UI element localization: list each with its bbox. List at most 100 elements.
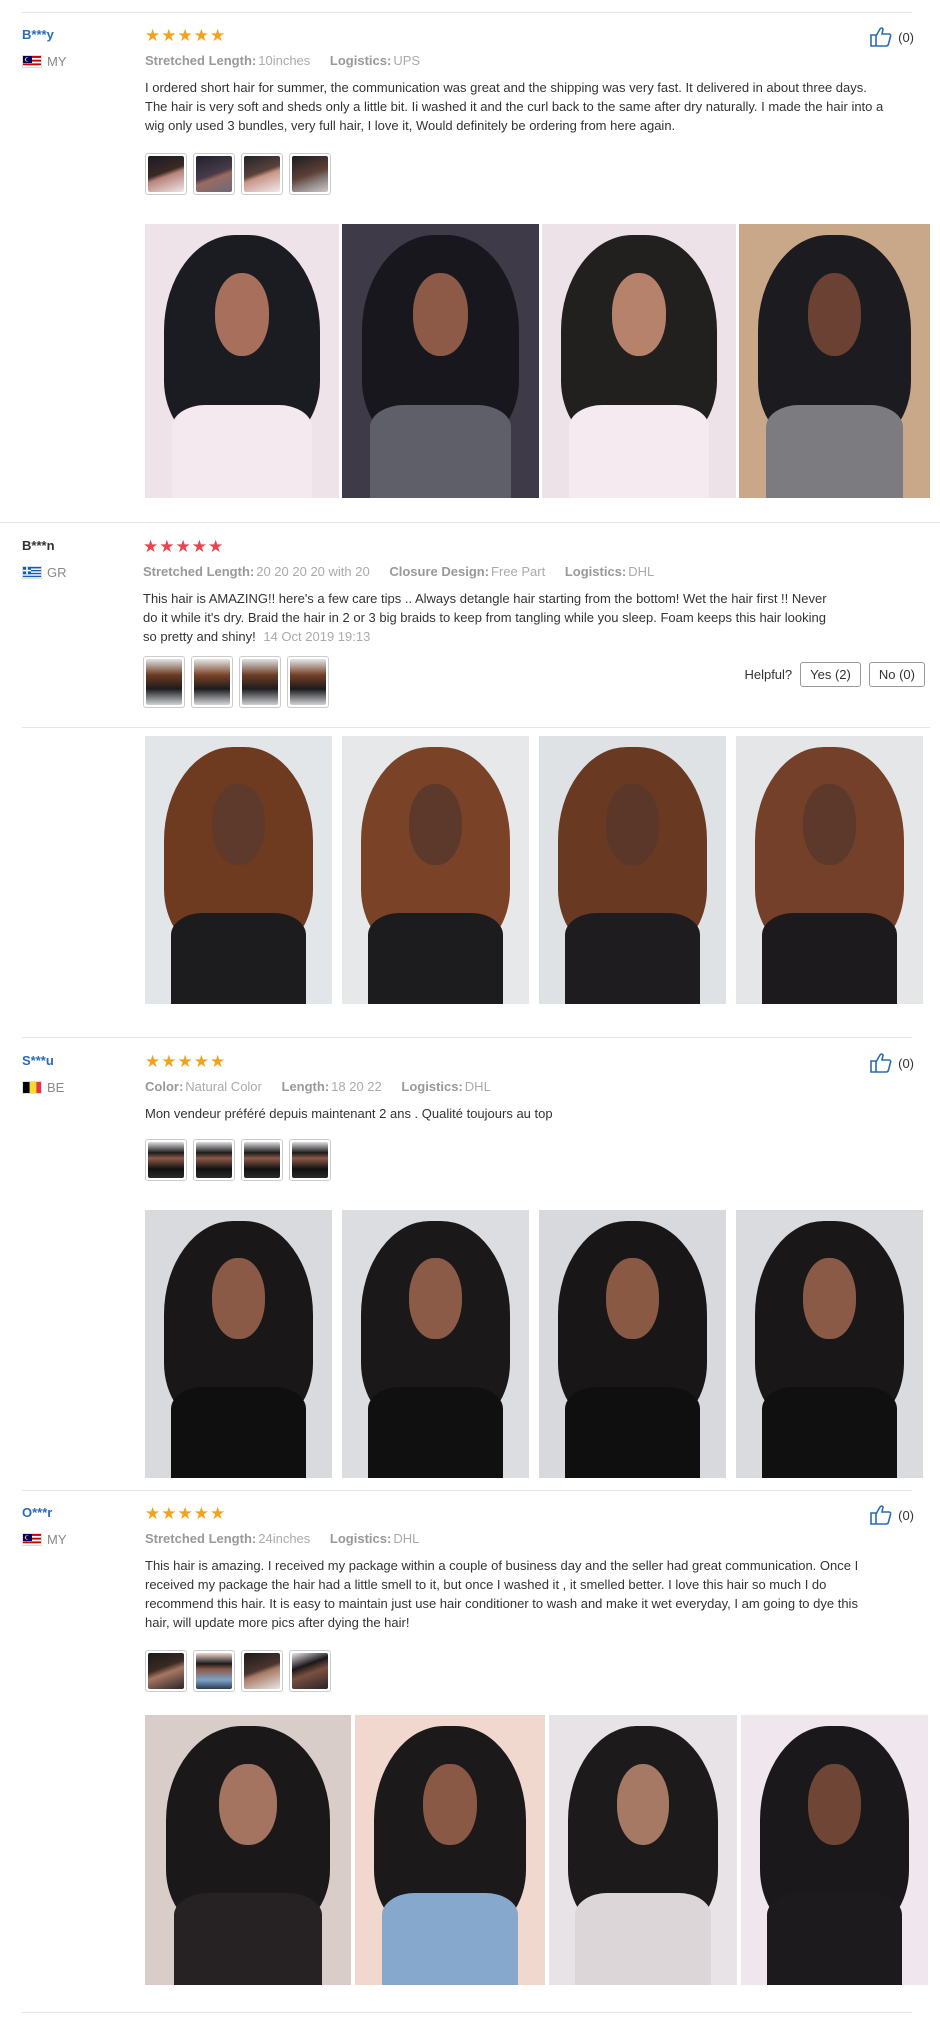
review-photo[interactable] — [145, 224, 339, 498]
review-date: 14 Oct 2019 19:13 — [263, 629, 371, 644]
attr-value: 10inches — [258, 53, 311, 68]
like-count: (0) — [898, 1055, 914, 1071]
review-photo[interactable] — [355, 1715, 545, 1985]
review-photo[interactable] — [736, 736, 923, 1004]
helpful-no-button[interactable]: No (0) — [868, 662, 925, 687]
like-count: (0) — [898, 29, 914, 45]
reviewer-country: BE — [22, 1080, 64, 1095]
review-thumbnail[interactable] — [193, 153, 235, 195]
star-icon: ★ — [210, 1051, 226, 1072]
divider — [22, 2012, 912, 2013]
star-rating: ★ ★ ★ ★ ★ — [143, 538, 903, 556]
helpful-vote: Helpful? Yes (2) No (0) — [744, 662, 925, 687]
review-thumbnail[interactable] — [193, 1139, 235, 1181]
flag-icon — [22, 566, 42, 579]
reviewer-country: MY — [22, 54, 67, 69]
star-icon: ★ — [210, 1503, 226, 1524]
like-button[interactable]: (0) — [870, 1505, 914, 1525]
like-button[interactable]: (0) — [870, 27, 914, 47]
review-thumbnail[interactable] — [287, 656, 329, 708]
review-thumbnail[interactable] — [191, 656, 233, 708]
attr-label: Length: — [281, 1079, 330, 1094]
review-photo[interactable] — [145, 736, 332, 1004]
review-body: ★ ★ ★ ★ ★ Color: Natural Color Length: 18 … — [145, 1053, 905, 1181]
divider — [22, 12, 912, 13]
star-icon: ★ — [161, 1503, 177, 1524]
review-photo[interactable] — [342, 224, 539, 498]
attr-value: Free Part — [491, 564, 546, 579]
reviewer-name[interactable]: O***r — [22, 1505, 67, 1520]
review-attributes: Color: Natural Color Length: 18 20 22 Logi… — [145, 1079, 905, 1094]
divider — [22, 1037, 912, 1038]
attr-label: Logistics: — [329, 53, 392, 68]
star-icon: ★ — [161, 25, 177, 46]
attr-value: DHL — [464, 1079, 491, 1094]
review-photo[interactable] — [539, 1210, 726, 1478]
review-photo[interactable] — [539, 736, 726, 1004]
like-count: (0) — [898, 1507, 914, 1523]
star-rating: ★ ★ ★ ★ ★ — [145, 1053, 905, 1071]
thumbnail-strip — [145, 1650, 905, 1692]
star-icon: ★ — [145, 1503, 161, 1524]
review-photo[interactable] — [549, 1715, 737, 1985]
attr-label: Logistics: — [564, 564, 627, 579]
reviewer-country: MY — [22, 1532, 67, 1547]
review-photo[interactable] — [145, 1715, 351, 1985]
star-icon: ★ — [193, 1503, 209, 1524]
attr-label: Stretched Length: — [145, 1531, 257, 1546]
review-photo[interactable] — [739, 224, 930, 498]
attr-label: Logistics: — [401, 1079, 463, 1094]
star-icon: ★ — [161, 1051, 177, 1072]
review-photo[interactable] — [741, 1715, 928, 1985]
review-photo-gallery — [145, 736, 923, 1004]
review-thumbnail[interactable] — [143, 656, 185, 708]
review-thumbnail[interactable] — [241, 1650, 283, 1692]
attr-label: Stretched Length: — [143, 564, 255, 579]
star-icon: ★ — [193, 1051, 209, 1072]
review-thumbnail[interactable] — [145, 1139, 187, 1181]
review-thumbnail[interactable] — [241, 153, 283, 195]
star-icon: ★ — [145, 1051, 161, 1072]
review-thumbnail[interactable] — [241, 1139, 283, 1181]
attr-value: DHL — [628, 564, 655, 579]
review-thumbnail[interactable] — [289, 1139, 331, 1181]
review-photo-gallery — [145, 1210, 923, 1478]
attr-value: UPS — [393, 53, 421, 68]
divider — [22, 1490, 912, 1491]
review-photo-gallery — [145, 1715, 928, 1985]
reviewer-info: O***r MY — [22, 1505, 67, 1547]
review-thumbnail[interactable] — [239, 656, 281, 708]
star-icon: ★ — [177, 1051, 193, 1072]
review-text: Mon vendeur préféré depuis maintenant 2 … — [145, 1106, 553, 1121]
review-thumbnail[interactable] — [289, 1650, 331, 1692]
attr-label: Stretched Length: — [145, 53, 257, 68]
attr-value: DHL — [393, 1531, 420, 1546]
review-thumbnail[interactable] — [145, 153, 187, 195]
review-thumbnail[interactable] — [145, 1650, 187, 1692]
review-body: ★ ★ ★ ★ ★ Stretched Length: 24inches Logi… — [145, 1505, 905, 1692]
reviewer-name[interactable]: S***u — [22, 1053, 64, 1068]
review-photo[interactable] — [145, 1210, 332, 1478]
star-icon: ★ — [208, 536, 224, 557]
review-text: I ordered short hair for summer, the com… — [145, 80, 884, 133]
review-photo[interactable] — [542, 224, 736, 498]
review-thumbnail[interactable] — [193, 1650, 235, 1692]
review-photo[interactable] — [736, 1210, 923, 1478]
review-photo[interactable] — [342, 1210, 529, 1478]
review-photo[interactable] — [342, 736, 529, 1004]
review-text-body: This hair is AMAZING!! here's a few care… — [143, 591, 827, 644]
reviewer-info: S***u BE — [22, 1053, 64, 1095]
country-code: MY — [47, 54, 67, 69]
helpful-yes-button[interactable]: Yes (2) — [800, 662, 861, 687]
attr-value: 18 20 22 — [331, 1079, 382, 1094]
country-code: GR — [47, 565, 67, 580]
thumbs-up-icon — [870, 1053, 892, 1073]
like-button[interactable]: (0) — [870, 1053, 914, 1073]
reviewer-name[interactable]: B***y — [22, 27, 67, 42]
reviewer-country: GR — [22, 565, 67, 580]
review-attributes: Stretched Length: 20 20 20 20 with 20 Clo… — [143, 564, 903, 579]
review-thumbnail[interactable] — [289, 153, 331, 195]
star-rating: ★ ★ ★ ★ ★ — [145, 27, 905, 45]
reviewer-name[interactable]: B***n — [22, 538, 67, 553]
review-photo-gallery — [145, 224, 930, 498]
